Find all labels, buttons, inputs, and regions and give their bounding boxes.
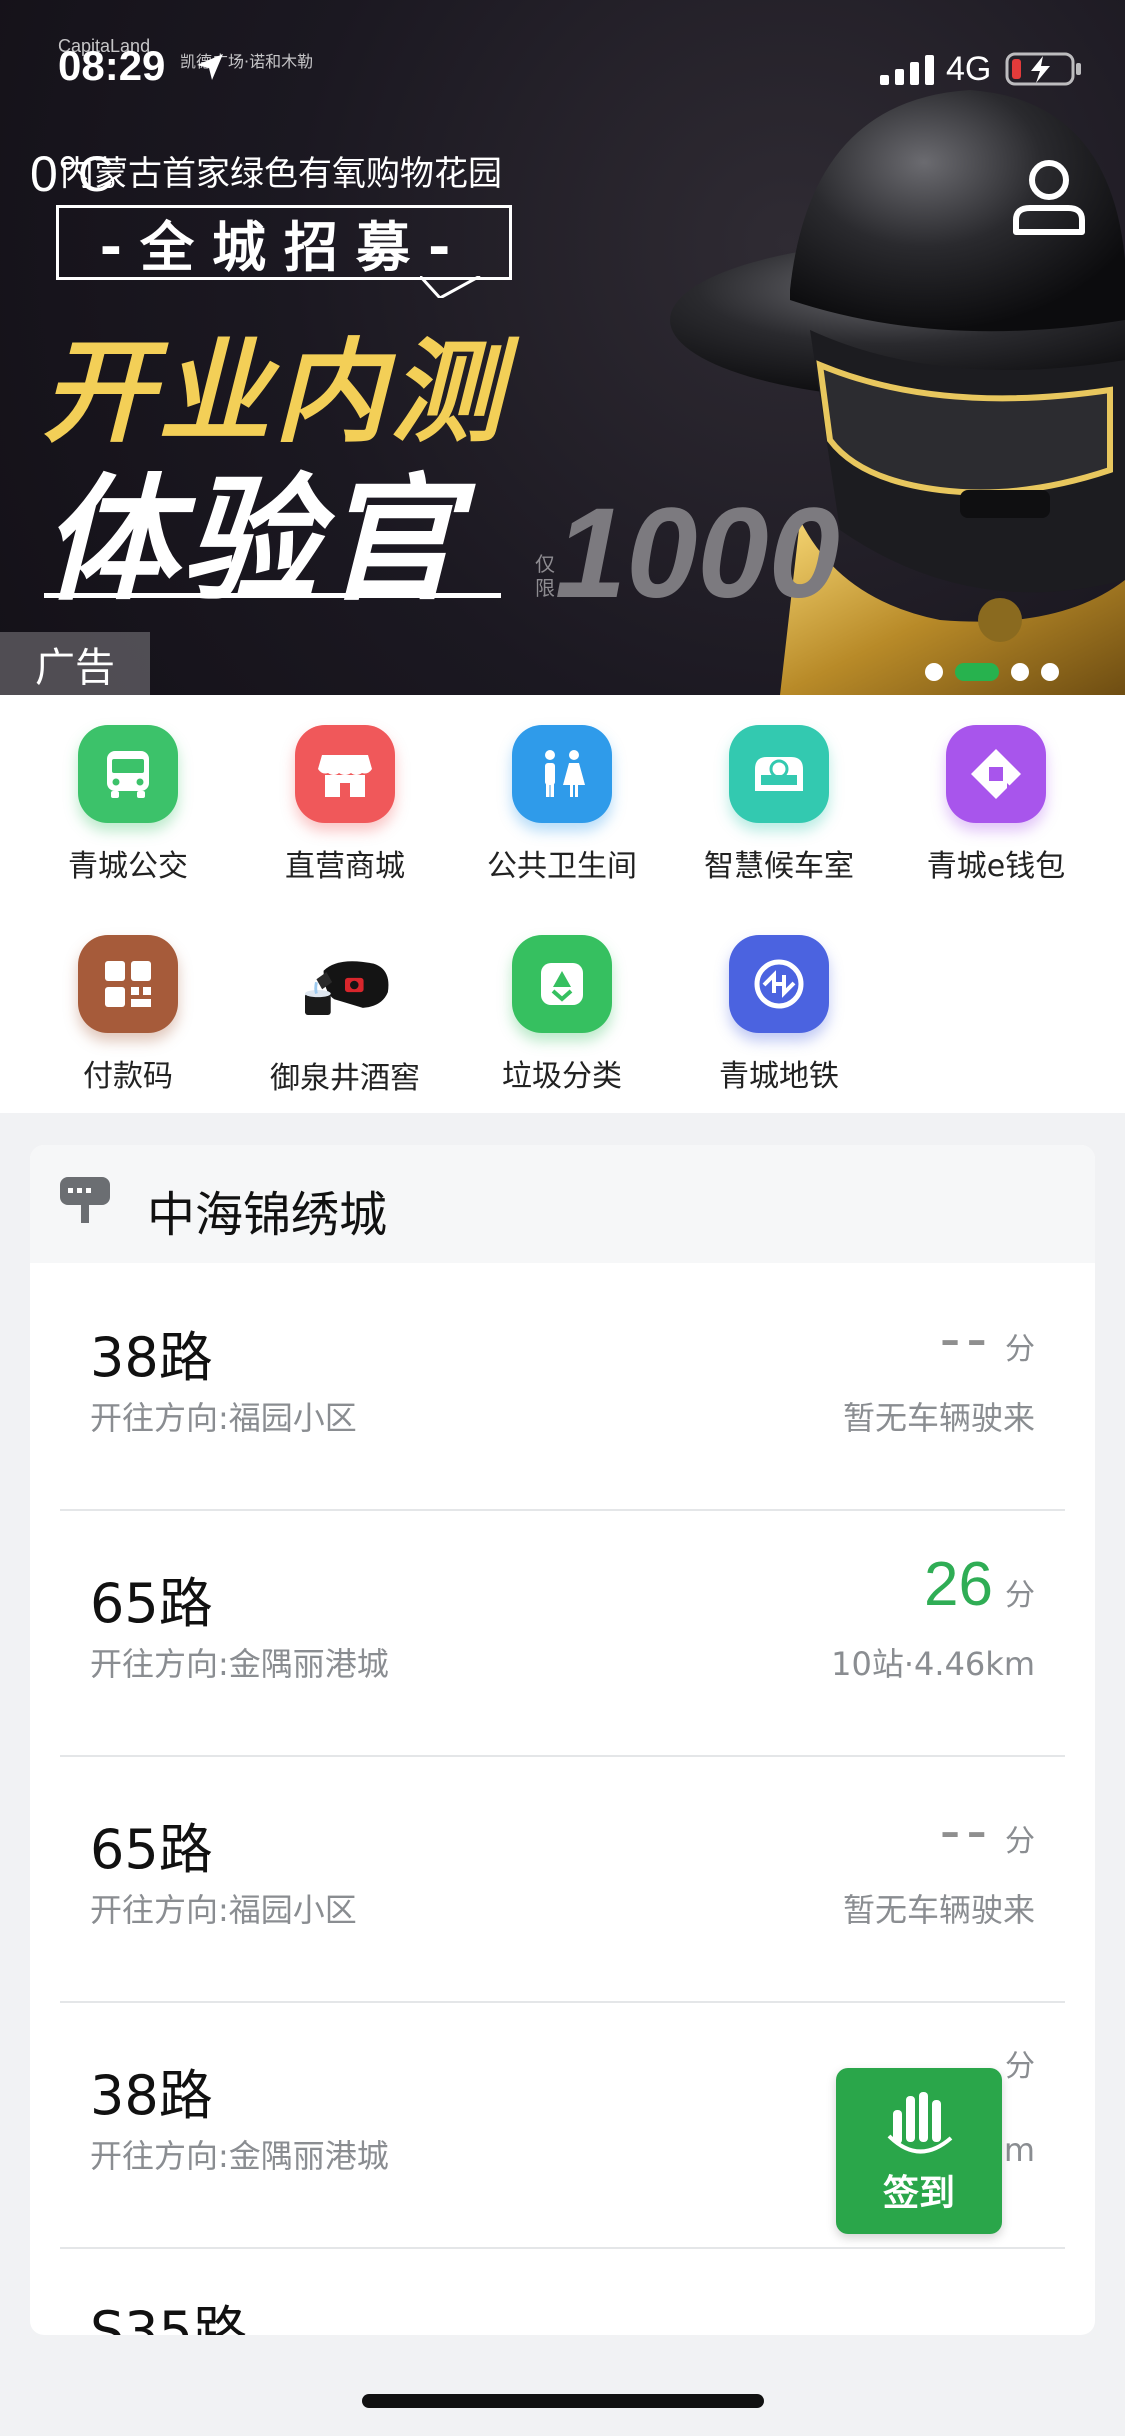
metro-icon [729, 935, 829, 1033]
waiting-room-icon [729, 725, 829, 823]
eta: -- 分 [940, 1795, 1035, 1866]
grid-item-bus[interactable]: 青城公交 [18, 695, 238, 885]
grid-label: 御泉井酒窖 [270, 1061, 420, 1096]
grid-label: 青城地铁 [719, 1059, 839, 1094]
grid-label: 公共卫生间 [487, 849, 637, 884]
carousel-dots [925, 663, 1059, 681]
battery-charging-icon [1005, 52, 1081, 86]
sign-in-button[interactable]: 签到 [836, 2068, 1002, 2234]
carousel-dot[interactable] [925, 663, 943, 681]
grid-item-payment-code[interactable]: 付款码 [18, 905, 238, 1095]
eta-info: 暂无车辆驶来 [842, 1399, 1035, 1437]
eta-value: -- [939, 1304, 993, 1373]
headline-underline [44, 593, 501, 598]
route-row[interactable]: 65路 开往方向:金隅丽港城 26 分 10站·4.46km [60, 1509, 1065, 1757]
eta: -- 分 [940, 1303, 1035, 1374]
route-name: S35路 [90, 2300, 247, 2335]
status-bar: CapitaLand 凯德广场·诺和木勒 08:29 4G [0, 0, 1125, 140]
hand-icon [887, 2092, 953, 2154]
network-type: 4G [946, 50, 992, 88]
sign-in-label: 签到 [882, 2173, 955, 2214]
grid-item-wallet[interactable]: 青城e钱包 [886, 695, 1106, 885]
recycle-icon [512, 935, 612, 1033]
home-indicator[interactable] [362, 2394, 764, 2408]
eta-info: m [1003, 2131, 1035, 2169]
grid-item-restroom[interactable]: 公共卫生间 [452, 695, 672, 885]
speech-tail [420, 276, 481, 298]
recruit-box: -全城招募- [56, 205, 512, 280]
grid-item-wine-cellar[interactable]: 御泉井酒窖 [235, 905, 455, 1096]
grid-label: 青城公交 [68, 849, 188, 884]
promo-amount: 1000 [555, 482, 840, 625]
grid-label: 垃圾分类 [502, 1059, 622, 1094]
stop-name: 中海锦绣城 [147, 1187, 388, 1243]
location-arrow-icon [197, 54, 223, 80]
wine-cellar-icon [295, 935, 395, 1035]
wallet-icon [946, 725, 1046, 823]
eta-unit: 分 [1005, 1824, 1035, 1859]
eta-unit: 分 [1005, 1578, 1035, 1613]
route-direction: 开往方向:福园小区 [90, 1891, 357, 1929]
grid-label: 付款码 [83, 1059, 173, 1094]
stop-header[interactable]: 中海锦绣城 [30, 1145, 1095, 1263]
route-name: 65路 [90, 1572, 213, 1635]
route-row[interactable]: S35路 [60, 2247, 1065, 2335]
ad-subtitle: 内蒙古首家绿色有氧购物花园 [60, 154, 502, 194]
restroom-icon [512, 725, 612, 823]
route-row[interactable]: 38路 开往方向:福园小区 -- 分 暂无车辆驶来 [60, 1263, 1065, 1511]
route-name: 38路 [90, 1326, 213, 1389]
grid-item-shop[interactable]: 直营商城 [235, 695, 455, 885]
shop-icon [295, 725, 395, 823]
grid-label: 青城e钱包 [926, 849, 1066, 884]
eta-info: 暂无车辆驶来 [842, 1891, 1035, 1929]
route-direction: 开往方向:金隅丽港城 [90, 2137, 389, 2175]
route-name: 38路 [90, 2064, 213, 2127]
eta-unit: 分 [1005, 1332, 1035, 1367]
eta-value: 26 [924, 1550, 993, 1619]
ad-banner[interactable]: CapitaLand 凯德广场·诺和木勒 08:29 4G 0°C 内蒙古首家绿… [0, 0, 1125, 695]
eta-info: 10站·4.46km [831, 1645, 1035, 1683]
carousel-dot[interactable] [1011, 663, 1029, 681]
bus-icon [78, 725, 178, 823]
signal-icon [880, 55, 934, 85]
grid-label: 直营商城 [285, 849, 405, 884]
eta-value: -- [939, 1796, 993, 1865]
route-row[interactable]: 65路 开往方向:福园小区 -- 分 暂无车辆驶来 [60, 1755, 1065, 2003]
eta-unit: 分 [1005, 2049, 1035, 2084]
user-profile-icon[interactable] [1010, 158, 1088, 236]
eta: 26 分 [924, 1549, 1035, 1620]
route-direction: 开往方向:金隅丽港城 [90, 1645, 389, 1683]
grid-item-waiting-room[interactable]: 智慧候车室 [669, 695, 889, 885]
carousel-dot-active[interactable] [955, 663, 999, 681]
route-name: 65路 [90, 1818, 213, 1881]
carousel-dot[interactable] [1041, 663, 1059, 681]
grid-item-recycle[interactable]: 垃圾分类 [452, 905, 672, 1095]
payment-code-icon [78, 935, 178, 1033]
quick-access-grid: 青城公交 直营商城 公共卫生间 智慧候车室 青城e钱包 付款码 御泉井酒窖 垃圾… [0, 695, 1125, 1113]
ad-tag: 广告 [0, 632, 150, 695]
bus-stop-icon [60, 1177, 110, 1223]
route-direction: 开往方向:福园小区 [90, 1399, 357, 1437]
grid-label: 智慧候车室 [704, 849, 854, 884]
status-time: 08:29 [58, 42, 166, 89]
grid-item-metro[interactable]: 青城地铁 [669, 905, 889, 1095]
